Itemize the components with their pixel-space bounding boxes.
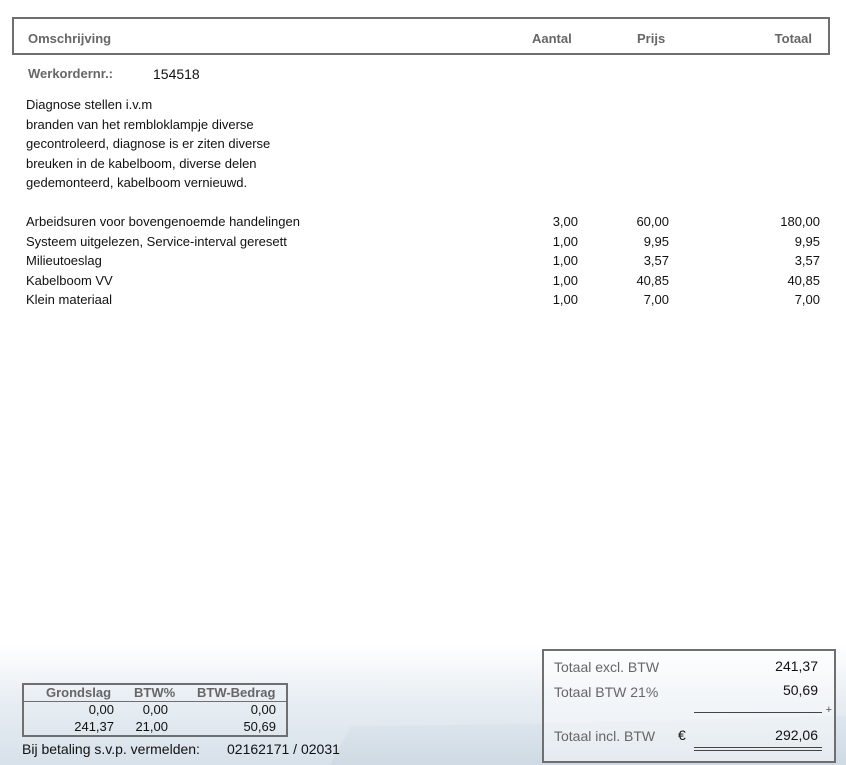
- total-excl-label: Totaal excl. BTW: [554, 659, 660, 675]
- line-total: 7,00: [794, 292, 820, 307]
- line-total: 9,95: [794, 233, 820, 249]
- work-description: Diagnose stellen i.v.m branden van het r…: [26, 95, 270, 193]
- line-description: Kabelboom VV: [26, 272, 113, 288]
- line-price: 40,85: [636, 272, 669, 288]
- description-line: gedemonteerd, kabelboom vernieuwd.: [26, 175, 248, 190]
- invoice-line: Systeem uitgelezen, Service-interval ger…: [0, 232, 846, 252]
- header-price: Prijs: [637, 31, 666, 46]
- totals-box: Totaal excl. BTW 241,37 Totaal BTW 21% 5…: [542, 649, 836, 763]
- vat-cell: 21,00: [135, 719, 168, 734]
- total-btw-value: 50,69: [782, 682, 818, 698]
- vat-cell: 241,37: [74, 719, 114, 734]
- plus-sign: +: [825, 704, 832, 716]
- line-description: Milieutoeslag: [26, 253, 102, 268]
- line-price: 60,00: [636, 214, 669, 229]
- invoice-line: Klein materiaal 1,00 7,00 7,00: [0, 290, 846, 310]
- total-btw-label: Totaal BTW 21%: [554, 684, 659, 700]
- line-quantity: 1,00: [552, 292, 578, 307]
- vat-cell: 50,69: [243, 719, 276, 734]
- line-price: 9,95: [643, 233, 669, 249]
- work-order-number: 154518: [153, 66, 200, 82]
- line-price: 3,57: [643, 253, 669, 268]
- vat-cell: 0,00: [88, 702, 114, 717]
- double-rule-top: [694, 747, 822, 748]
- line-description: Klein materiaal: [26, 292, 112, 307]
- vat-header-base: Grondslag: [46, 685, 112, 700]
- line-quantity: 1,00: [552, 253, 578, 268]
- currency-symbol: €: [678, 727, 686, 743]
- line-quantity: 3,00: [552, 214, 578, 229]
- vat-header-amount: BTW-Bedrag: [197, 685, 276, 700]
- table-header: Omschrijving Aantal Prijs Totaal: [12, 17, 830, 55]
- line-price: 7,00: [643, 292, 669, 307]
- line-quantity: 1,00: [552, 233, 578, 249]
- description-line: gecontroleerd, diagnose is er ziten dive…: [26, 136, 271, 151]
- total-incl-value: 292,06: [775, 727, 818, 743]
- line-total: 3,57: [794, 253, 820, 268]
- invoice-line: Arbeidsuren voor bovengenoemde handeling…: [0, 212, 846, 232]
- description-line: Diagnose stellen i.v.m: [26, 97, 153, 112]
- invoice-line: Kabelboom VV 1,00 40,85 40,85: [0, 271, 846, 291]
- header-total: Totaal: [774, 31, 812, 46]
- line-description: Arbeidsuren voor bovengenoemde handeling…: [26, 214, 300, 229]
- invoice-line: Milieutoeslag 1,00 3,57 3,57: [0, 251, 846, 271]
- header-description: Omschrijving: [28, 31, 112, 46]
- total-excl-value: 241,37: [775, 658, 818, 674]
- payment-reference: 02162171 / 02031: [227, 741, 340, 757]
- description-line: branden van het rembloklampje diverse: [26, 116, 254, 132]
- double-rule-bottom: [694, 750, 822, 751]
- line-total: 40,85: [787, 272, 820, 288]
- work-order-label: Werkordernr.:: [28, 66, 114, 81]
- vat-table: Grondslag BTW% BTW-Bedrag 0,00 0,00 0,00…: [22, 683, 288, 737]
- line-total: 180,00: [780, 214, 820, 229]
- invoice-lines: Arbeidsuren voor bovengenoemde handeling…: [0, 212, 846, 310]
- line-quantity: 1,00: [552, 272, 578, 288]
- sum-rule: [694, 712, 822, 713]
- line-description: Systeem uitgelezen, Service-interval ger…: [26, 233, 287, 249]
- vat-cell: 0,00: [142, 702, 168, 717]
- description-line: breuken in de kabelboom, diverse delen: [26, 155, 257, 171]
- payment-reference-label: Bij betaling s.v.p. vermelden:: [22, 741, 200, 757]
- vat-table-header: Grondslag BTW% BTW-Bedrag: [24, 685, 286, 702]
- vat-cell: 0,00: [250, 702, 276, 717]
- total-incl-label: Totaal incl. BTW: [554, 728, 656, 744]
- header-quantity: Aantal: [532, 31, 572, 46]
- vat-header-rate: BTW%: [134, 685, 176, 700]
